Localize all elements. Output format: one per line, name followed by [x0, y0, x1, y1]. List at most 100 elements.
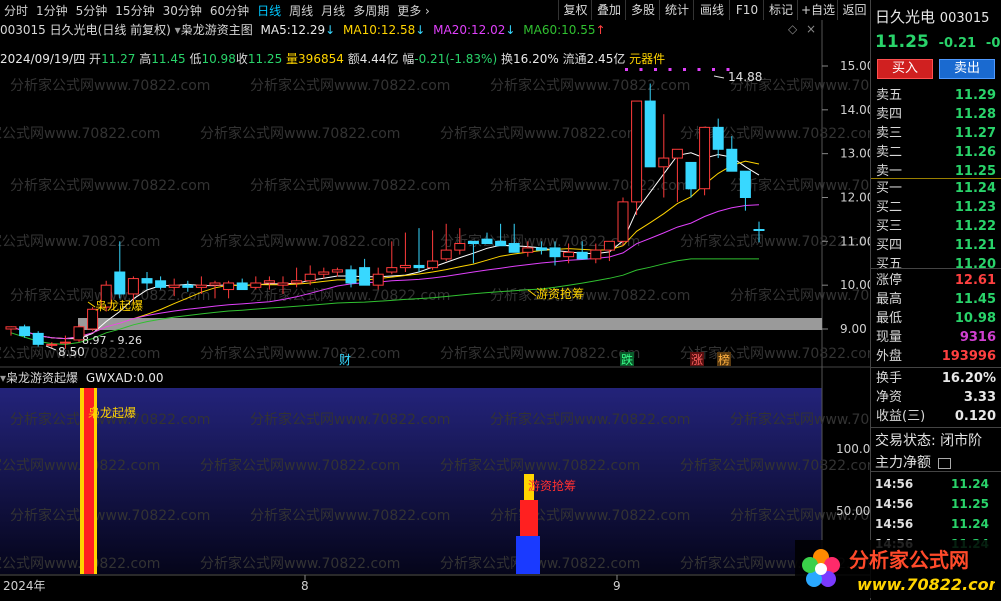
candle-body	[685, 161, 697, 190]
candle	[631, 100, 643, 216]
candle-body	[318, 271, 330, 275]
watermark-text: 分析家公式网www.70822.com	[250, 411, 450, 428]
candle-body	[576, 251, 588, 260]
sub-label-youzi: 游资抢筹	[528, 478, 576, 493]
info-high-label: 高	[139, 52, 152, 66]
bids-label: 买四	[876, 238, 903, 253]
info-sector[interactable]: 元器件	[629, 52, 665, 66]
stats2-label: 换手	[876, 371, 903, 386]
bids-value: 11.24	[954, 181, 996, 196]
candle-body	[168, 284, 180, 288]
watermark-text: 分析家公式网www.70822.com	[490, 411, 690, 428]
signal-dot	[683, 68, 686, 71]
stats-label: 现量	[876, 330, 903, 345]
candle-body	[304, 273, 316, 282]
candle-body	[454, 243, 466, 251]
indicator-name[interactable]: 枭龙游资主图	[181, 23, 253, 37]
watermark-text: 分析家公式网www.70822.com	[680, 457, 870, 474]
divider	[871, 471, 1001, 472]
watermark-text: 分析家公式网www.70822.com	[490, 77, 690, 94]
ma10-label: MA10:	[343, 23, 381, 37]
list-icon	[938, 457, 952, 469]
logo-title: 分析家公式网	[849, 548, 969, 572]
stats-label: 外盘	[876, 349, 903, 364]
watermark-text: 分析家公式网www.70822.com	[200, 125, 400, 142]
candle-body	[236, 282, 248, 291]
ma60-value: 10.55	[561, 23, 596, 37]
marker-cai[interactable]: 财	[339, 353, 351, 367]
asks-label: 卖五	[876, 88, 903, 103]
candle-body	[141, 278, 153, 284]
support-band-rect	[78, 318, 822, 330]
watermark-text: 分析家公式网www.70822.com	[680, 345, 870, 362]
divider	[871, 427, 1001, 428]
tick-row: 14:56 11.25	[871, 495, 1001, 513]
candle-body	[726, 148, 738, 172]
buy-button[interactable]: 买入	[877, 59, 933, 79]
arrow-down-icon: ↓	[325, 23, 336, 37]
marker-zhang[interactable]: 涨	[691, 352, 703, 367]
y-tick-label: 13.00	[840, 147, 870, 161]
sell-button[interactable]: 卖出	[939, 59, 995, 79]
watermark-text: 分析家公式网www.70822.com	[440, 345, 640, 362]
marker-die[interactable]: 跌	[621, 352, 633, 367]
candle-body	[712, 126, 724, 150]
candle	[617, 197, 629, 246]
candle-body	[522, 247, 534, 253]
chart-mode: (日线 前复权)	[97, 23, 171, 37]
info-open-label: 开	[89, 52, 102, 66]
candle-body	[291, 280, 303, 284]
info-chg: -0.21(-1.83%)	[414, 52, 498, 66]
candle-body	[263, 280, 275, 284]
ma5-value: 12.29	[290, 23, 326, 37]
quote-code: 003015	[939, 11, 990, 26]
bids-value: 11.22	[954, 219, 996, 234]
asks-value: 11.27	[954, 126, 996, 141]
stats-value: 9316	[959, 330, 996, 345]
candle-body	[644, 100, 656, 168]
signal-dot	[712, 68, 715, 71]
sub-indicator-name[interactable]: 枭龙游资起爆	[6, 371, 78, 385]
ma20-label: MA20:	[433, 23, 472, 37]
stats-row: 现量 9316	[871, 328, 1001, 347]
close-indicator-icon[interactable]: ×	[806, 22, 816, 36]
candle-body	[427, 260, 439, 269]
watermark-text: 分析家公式网www.70822.com	[200, 457, 400, 474]
stats-label: 涨停	[876, 273, 903, 288]
candle-body	[195, 284, 207, 288]
arrow-down-icon: ↓	[415, 23, 426, 37]
stats-value: 193996	[941, 349, 996, 364]
settings-gear-icon[interactable]: ◇	[788, 22, 797, 36]
info-chg-label: 幅	[402, 52, 415, 66]
candle-body	[739, 170, 751, 198]
candle-body	[345, 269, 357, 284]
info-high: 11.45	[151, 52, 186, 66]
sub-ytick-50: 50.00	[836, 504, 870, 518]
ohlc-info-bar: 2024/09/19/四 开11.27 高11.45 低10.98收11.25 …	[0, 50, 820, 68]
stats-value: 11.45	[954, 292, 996, 307]
tick-time: 14:56	[875, 497, 914, 511]
candle-body	[59, 341, 71, 344]
candle-body	[699, 126, 711, 190]
marker-bang[interactable]: 榜	[718, 352, 730, 367]
x-label-sep: 9	[613, 579, 621, 593]
bids-row: 买三 11.22	[871, 217, 1001, 236]
candle-body	[563, 251, 575, 258]
y-tick-label: 12.00	[840, 191, 870, 205]
bids-label: 买一	[876, 181, 903, 196]
annotation-range: 8.97 - 9.26	[82, 334, 142, 347]
watermark-text: 分析家公式网www.70822.com	[250, 507, 450, 524]
net-flow-label[interactable]: 主力净额	[875, 452, 952, 472]
candle-body	[481, 238, 493, 245]
trade-status: 交易状态: 闭市阶	[875, 433, 983, 449]
kline-chart[interactable]: 分析家公式网www.70822.com 分析家公式网www.70822.com 分析…	[0, 0, 870, 600]
candle-body	[399, 264, 411, 269]
sub-bar-xiaolong-yellow	[80, 388, 84, 574]
support-band	[78, 318, 822, 330]
logo-url: www.70822.com	[857, 575, 995, 594]
stats2-label: 净资	[876, 390, 903, 405]
watermark-text: 分析家公式网www.70822.com	[10, 177, 210, 194]
bids-label: 买三	[876, 219, 903, 234]
sub-bar-youzi-blue	[516, 536, 540, 574]
annotation-youzi: 游资抢筹	[536, 286, 584, 301]
